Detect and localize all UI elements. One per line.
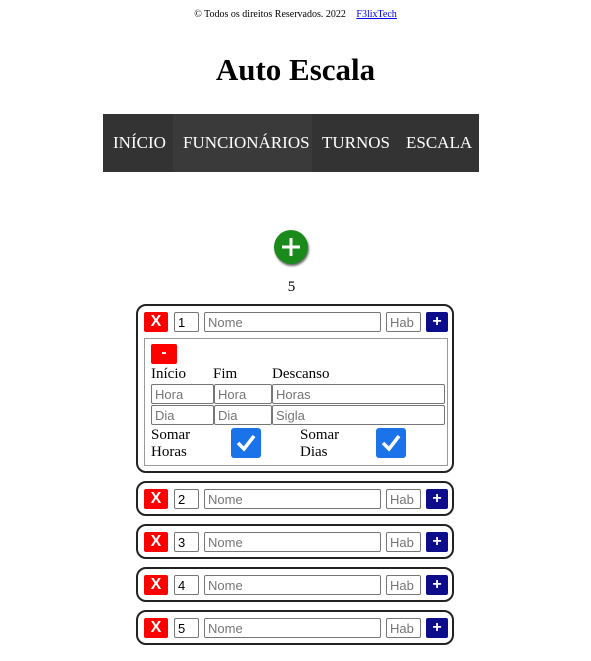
employee-row: X + xyxy=(144,312,448,332)
checkmark-icon xyxy=(381,434,401,452)
add-shift-button[interactable]: + xyxy=(426,312,448,332)
employee-hab-input[interactable] xyxy=(386,575,421,595)
employee-number-input[interactable] xyxy=(174,575,199,595)
employee-number-input[interactable] xyxy=(174,312,199,332)
descanso-label: Descanso xyxy=(272,366,330,382)
inicio-label: Início xyxy=(151,366,186,382)
employee-row: X + xyxy=(144,618,448,638)
employee-number-input[interactable] xyxy=(174,618,199,638)
fim-dia-input[interactable] xyxy=(214,405,272,425)
somar-dias-label: Somar Dias xyxy=(300,427,340,460)
employee-number-input[interactable] xyxy=(174,532,199,552)
nav-item-escala[interactable]: ESCALA xyxy=(396,114,479,172)
employee-row: X + xyxy=(144,532,448,552)
employee-hab-input[interactable] xyxy=(386,618,421,638)
remove-employee-button[interactable]: X xyxy=(144,489,168,509)
employee-card: X + xyxy=(136,481,454,516)
add-employee-button[interactable] xyxy=(274,230,308,264)
employee-card: X + xyxy=(136,524,454,559)
sigla-input[interactable] xyxy=(272,405,445,425)
add-shift-button[interactable]: + xyxy=(426,618,448,638)
checkmark-icon xyxy=(236,434,256,452)
somar-dias-checkbox[interactable] xyxy=(376,428,406,458)
nav-item-inicio[interactable]: INÍCIO xyxy=(103,114,173,172)
author-link[interactable]: F3lixTech xyxy=(356,9,396,20)
employee-number-input[interactable] xyxy=(174,489,199,509)
remove-employee-button[interactable]: X xyxy=(144,575,168,595)
employee-card: X + - Início Fim Descanso Somar Horas So… xyxy=(136,304,454,473)
nav-item-funcionarios[interactable]: FUNCIONÁRIOS xyxy=(173,114,312,172)
main-nav: INÍCIO FUNCIONÁRIOS TURNOS ESCALA xyxy=(103,114,479,172)
copyright-text: © Todos os direitos Reservados. 2022 xyxy=(194,9,346,20)
add-shift-button[interactable]: + xyxy=(426,532,448,552)
somar-horas-label: Somar Horas xyxy=(151,427,191,460)
employee-name-input[interactable] xyxy=(204,312,381,332)
employee-hab-input[interactable] xyxy=(386,312,421,332)
descanso-horas-input[interactable] xyxy=(272,384,445,404)
shift-panel: - Início Fim Descanso Somar Horas Somar … xyxy=(144,338,448,466)
plus-circle-icon xyxy=(282,238,300,256)
somar-horas-checkbox[interactable] xyxy=(231,428,261,458)
employee-row: X + xyxy=(144,575,448,595)
remove-employee-button[interactable]: X xyxy=(144,532,168,552)
employee-name-input[interactable] xyxy=(204,575,381,595)
employee-hab-input[interactable] xyxy=(386,489,421,509)
inicio-dia-input[interactable] xyxy=(151,405,214,425)
remove-employee-button[interactable]: X xyxy=(144,312,168,332)
add-shift-button[interactable]: + xyxy=(426,489,448,509)
footer: © Todos os direitos Reservados. 2022 F3l… xyxy=(0,9,591,20)
employee-hab-input[interactable] xyxy=(386,532,421,552)
remove-employee-button[interactable]: X xyxy=(144,618,168,638)
employee-count: 5 xyxy=(287,279,296,295)
add-shift-button[interactable]: + xyxy=(426,575,448,595)
fim-hora-input[interactable] xyxy=(214,384,272,404)
nav-item-turnos[interactable]: TURNOS xyxy=(312,114,396,172)
employee-row: X + xyxy=(144,489,448,509)
employee-name-input[interactable] xyxy=(204,532,381,552)
remove-shift-button[interactable]: - xyxy=(151,344,177,364)
page-title: Auto Escala xyxy=(215,52,376,87)
employee-card: X + xyxy=(136,610,454,645)
employee-name-input[interactable] xyxy=(204,489,381,509)
fim-label: Fim xyxy=(213,366,238,382)
employee-card: X + xyxy=(136,567,454,602)
employee-name-input[interactable] xyxy=(204,618,381,638)
inicio-hora-input[interactable] xyxy=(151,384,214,404)
